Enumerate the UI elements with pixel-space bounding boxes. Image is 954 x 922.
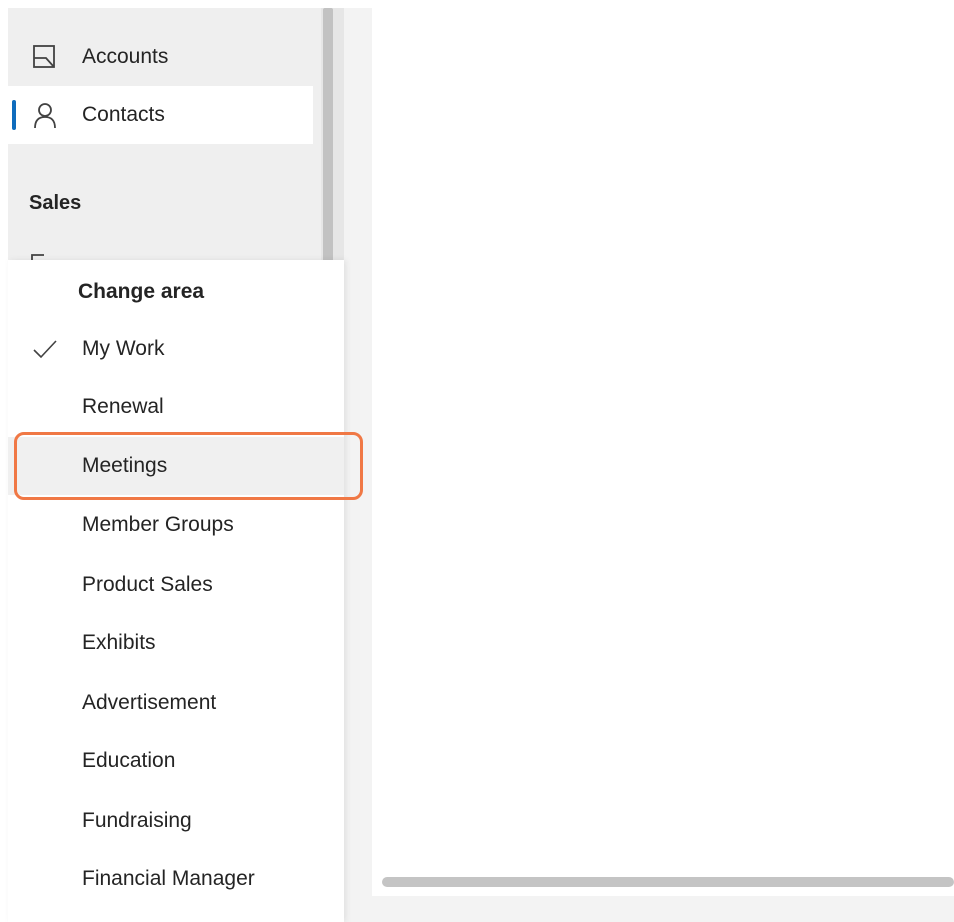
area-item-label: Financial Manager [82,867,255,890]
area-item-advertisement[interactable]: Advertisement [8,674,344,732]
sidebar-item-label: Contacts [82,103,165,126]
area-item-exhibits[interactable]: Exhibits [8,614,344,672]
area-item-label: Education [82,749,176,772]
flyout-title: Change area [78,280,205,303]
selection-indicator [12,100,16,130]
sidebar-item-accounts[interactable]: Accounts [8,28,313,86]
sidebar-item-contacts[interactable]: Contacts [8,86,313,144]
horizontal-scrollbar[interactable] [382,877,954,887]
area-item-fundraising[interactable]: Fundraising [8,792,344,850]
main-content [372,8,954,922]
sidebar-item-label: Accounts [82,45,169,68]
area-item-label: My Work [82,337,165,360]
pane-divider [344,8,372,922]
area-item-label: Advertisement [82,691,217,714]
area-item-financial-manager[interactable]: Financial Manager [8,850,344,908]
area-item-renewal[interactable]: Renewal [8,378,344,436]
area-item-label: Product Sales [82,573,213,596]
checkmark-icon [33,340,57,359]
area-item-label: Renewal [82,395,164,418]
area-item-label: Meetings [82,454,168,477]
main-footer [372,896,954,922]
area-item-education[interactable]: Education [8,732,344,790]
sidebar-scrollbar-thumb[interactable] [323,8,333,263]
area-item-product-sales[interactable]: Product Sales [8,556,344,614]
accounts-icon [33,45,55,68]
area-item-my-work[interactable]: My Work [8,320,344,378]
change-area-flyout: Change area My Work Renewal Meetings Mem… [8,260,344,922]
area-item-label: Fundraising [82,809,192,832]
area-item-member-groups[interactable]: Member Groups [8,496,344,554]
area-item-label: Exhibits [82,631,156,654]
section-header-sales: Sales [29,192,82,214]
app-window: Accounts Contacts Sales Change area My W… [0,0,954,922]
area-item-meetings[interactable]: Meetings [8,437,344,495]
contacts-icon [34,103,56,129]
area-item-label: Member Groups [82,513,234,536]
